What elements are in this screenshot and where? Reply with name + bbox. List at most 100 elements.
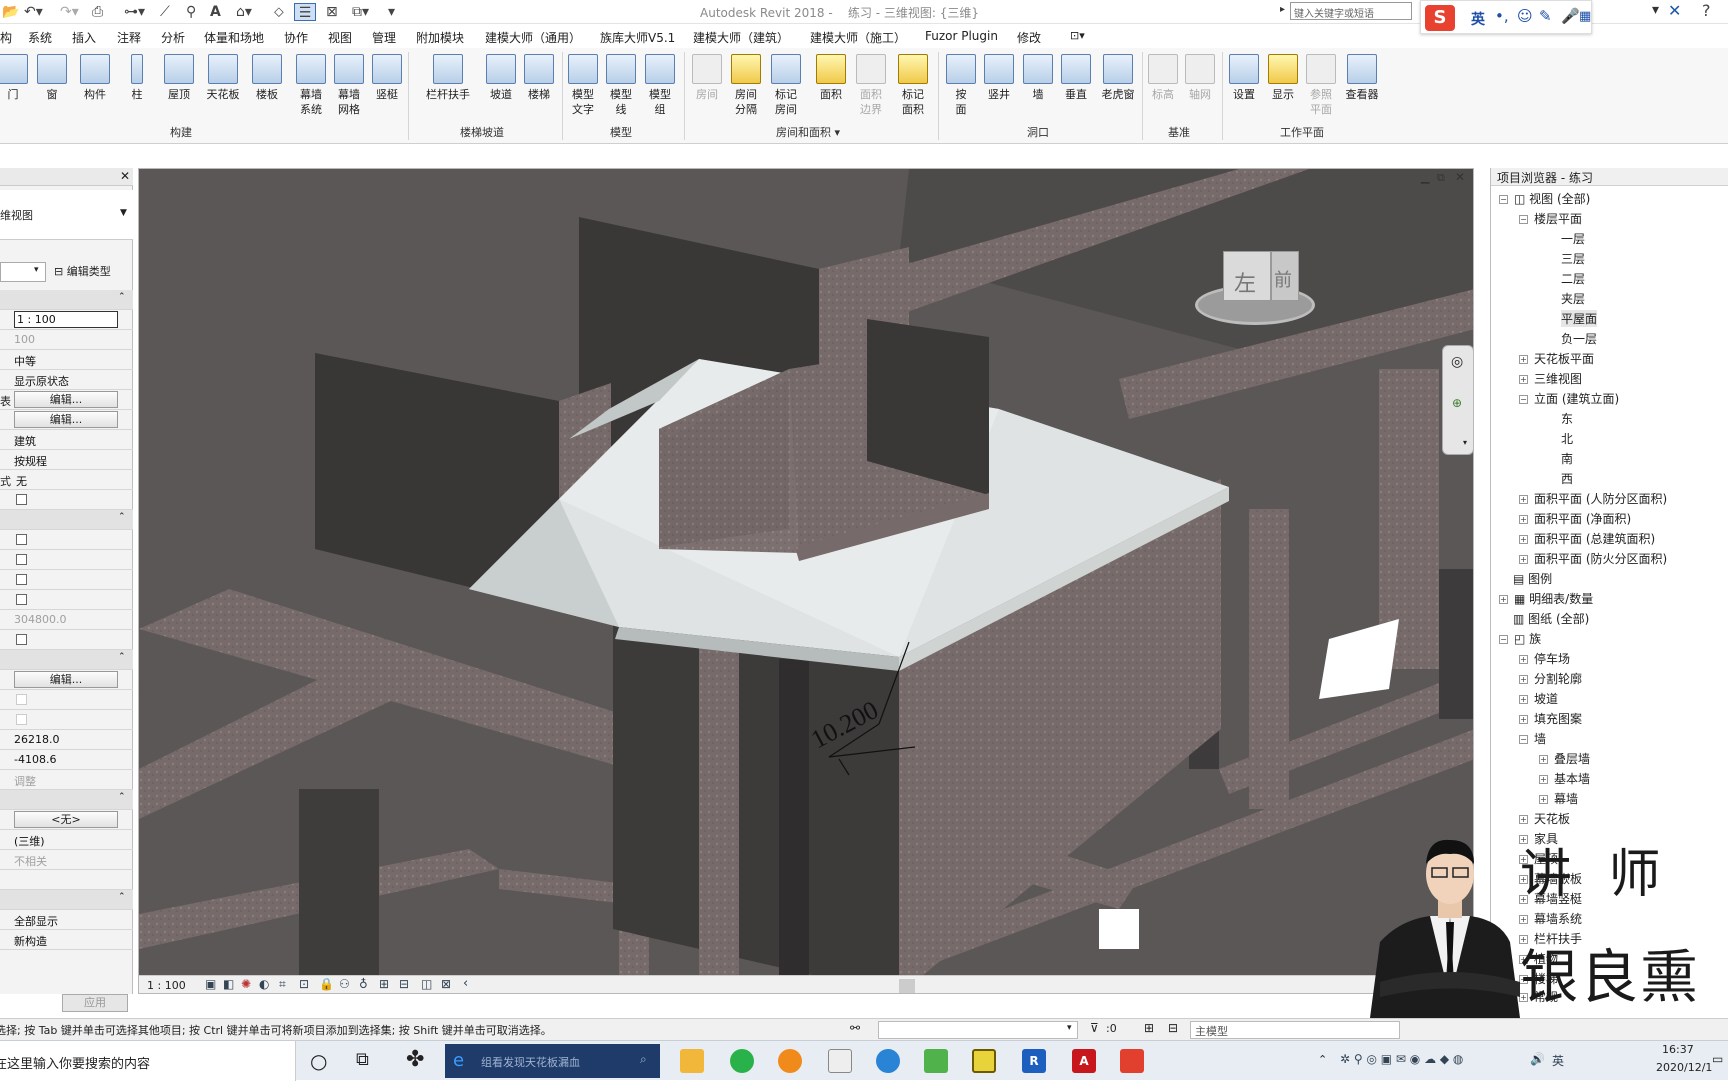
edit-button[interactable]: 编辑... — [14, 671, 118, 688]
tree-node[interactable]: − 墙 — [1519, 730, 1546, 747]
show-workplane-button[interactable]: 显示 — [1264, 54, 1302, 102]
prop-row[interactable]: 26218.0 — [0, 730, 133, 750]
clover-icon[interactable] — [924, 1049, 948, 1073]
tree-node[interactable]: + 楼梯 — [1519, 970, 1558, 987]
area-boundary-button[interactable]: 面积 边界 — [852, 54, 890, 117]
tree-node[interactable]: 北 — [1561, 430, 1573, 447]
show-crop-icon[interactable]: ⊡ — [299, 977, 309, 991]
type-selector[interactable]: 维视图 ▼ — [0, 190, 133, 240]
tree-node[interactable]: + 幕墙嵌板 — [1519, 870, 1582, 887]
punct-icon[interactable]: •, — [1495, 7, 1509, 25]
tab-annotate[interactable]: 注释 — [117, 29, 141, 46]
prop-row[interactable]: <无> — [0, 810, 133, 830]
area-button[interactable]: 面积 — [812, 54, 850, 102]
task-view-icon[interactable]: ⧉ — [356, 1049, 369, 1070]
tree-node[interactable]: + 三维视图 — [1519, 370, 1582, 387]
prop-row[interactable]: 式无 — [0, 470, 133, 490]
tab-view[interactable]: 视图 — [328, 29, 352, 46]
ceiling-button[interactable]: 天花板 — [204, 54, 242, 102]
vertical-scrollbar[interactable] — [1473, 569, 1474, 585]
edit-button[interactable]: 编辑... — [14, 391, 118, 408]
detail-level-icon[interactable]: ▣ — [205, 977, 216, 991]
checkbox[interactable] — [16, 574, 27, 585]
edge-icon[interactable] — [876, 1049, 900, 1073]
section-header[interactable]: ⌃ — [0, 790, 133, 810]
stair-button[interactable]: 楼梯 — [520, 54, 558, 102]
prop-row[interactable] — [0, 490, 133, 510]
tree-node[interactable]: + 天花板平面 — [1519, 350, 1594, 367]
room-button[interactable]: 房间 — [688, 54, 726, 102]
ime-tray-icon[interactable]: 英 — [1552, 1052, 1564, 1069]
open-icon[interactable]: 📂 — [2, 3, 19, 21]
emoji-icon[interactable]: ☺ — [1517, 7, 1533, 25]
clock-time[interactable]: 16:37 — [1662, 1043, 1694, 1056]
zoom-icon[interactable]: ⊕ — [1452, 396, 1462, 410]
constraints-icon[interactable]: ⊠ — [441, 977, 451, 991]
viewcube-front-face[interactable]: 前 — [1271, 251, 1299, 301]
prop-row[interactable]: 编辑... — [0, 410, 133, 430]
thin-lines-icon[interactable]: ☰ — [294, 3, 316, 21]
tree-node[interactable]: + 面积平面 (净面积) — [1519, 510, 1631, 527]
taskbar-search-input[interactable]: 在这里输入你要搜索的内容 — [0, 1041, 296, 1081]
editable-only-icon[interactable]: ⊟ — [1168, 1021, 1178, 1035]
tab-manage[interactable]: 管理 — [372, 29, 396, 46]
tab-family-library[interactable]: 族库大师V5.1 — [600, 29, 675, 46]
close-hidden-icon[interactable]: ⊠ — [326, 3, 338, 21]
edit-type-button[interactable]: ⊟ 编辑类型 — [54, 262, 130, 282]
tab-architecture[interactable]: 构 — [0, 29, 12, 46]
group-room-area-label[interactable]: 房间和面积 ▾ — [776, 124, 840, 140]
tree-node[interactable]: − ◰ 族 — [1499, 630, 1541, 647]
checkbox[interactable] — [16, 494, 27, 505]
viewer-button[interactable]: 查看器 — [1340, 54, 1384, 102]
text-icon[interactable]: A — [210, 3, 221, 21]
tree-node[interactable]: 东 — [1561, 410, 1573, 427]
search-app-icon[interactable] — [778, 1049, 802, 1073]
customize-qat-icon[interactable]: ▾ — [388, 3, 395, 21]
visual-style-icon[interactable]: ◧ — [223, 977, 234, 991]
undo-icon[interactable]: ↶▾ — [24, 3, 43, 21]
tree-node[interactable]: + 坡道 — [1519, 690, 1558, 707]
search-input[interactable]: 键入关键字或短语 — [1290, 2, 1412, 20]
tree-node[interactable]: + 面积平面 (总建筑面积) — [1519, 530, 1655, 547]
design-option-dropdown[interactable]: 主模型 — [1190, 1021, 1400, 1039]
tree-node[interactable]: + 幕墙系统 — [1519, 910, 1582, 927]
shaft-button[interactable]: 竖井 — [980, 54, 1018, 102]
tree-node[interactable]: − 立面 (建筑立面) — [1519, 390, 1619, 407]
viewcube-left-face[interactable]: 左 — [1223, 251, 1271, 301]
tag-icon[interactable]: ⚲ — [186, 3, 196, 21]
apply-button[interactable]: 应用 — [62, 994, 128, 1012]
switch-windows-icon[interactable]: ⧉▾ — [352, 3, 369, 21]
print-icon[interactable]: ⎙ — [92, 3, 103, 21]
ramp-button[interactable]: 坡道 — [482, 54, 520, 102]
tab-analyze[interactable]: 分析 — [161, 29, 185, 46]
set-workplane-button[interactable]: 设置 — [1225, 54, 1263, 102]
tree-node[interactable]: + 屋顶 — [1519, 850, 1558, 867]
prop-row[interactable]: 1 : 100 — [0, 310, 133, 330]
tag-area-button[interactable]: 标记 面积 — [894, 54, 932, 117]
section-icon[interactable]: ⬦ — [274, 3, 284, 21]
tag-room-button[interactable]: 标记 房间 — [767, 54, 805, 117]
tab-massing[interactable]: 体量和场地 — [204, 29, 264, 46]
tree-node[interactable]: + 叠层墙 — [1539, 750, 1590, 767]
tree-node[interactable]: 负一层 — [1561, 330, 1597, 347]
notifications-icon[interactable]: ▭ — [1712, 1052, 1723, 1066]
prop-row[interactable]: 建筑 — [0, 430, 133, 450]
tree-node[interactable]: − 楼层平面 — [1519, 210, 1582, 227]
minimize-view-icon[interactable]: ▁ — [1421, 171, 1429, 184]
exchange-apps-icon[interactable]: ✕ — [1668, 1, 1681, 20]
prop-row[interactable]: 新构造 — [0, 930, 133, 950]
tree-node[interactable]: 一层 — [1561, 230, 1585, 247]
tree-node[interactable]: 西 — [1561, 470, 1573, 487]
tree-node[interactable]: + 幕墙 — [1539, 790, 1578, 807]
model-group-button[interactable]: 模型组 — [641, 54, 679, 117]
tree-node[interactable]: + 面积平面 (防火分区面积) — [1519, 550, 1667, 567]
tab-modeling-master-general[interactable]: 建模大师（通用） — [485, 29, 581, 46]
grid-icon[interactable]: ▦ — [1579, 9, 1591, 24]
tab-addins[interactable]: 附加模块 — [416, 29, 464, 46]
minimize-icon[interactable]: ▾ — [1652, 2, 1659, 18]
tree-node[interactable]: + 栏杆扶手 — [1519, 930, 1582, 947]
tree-node[interactable]: + 分割轮廓 — [1519, 670, 1582, 687]
instance-filter-dropdown[interactable]: ▾ — [0, 262, 46, 282]
roof-button[interactable]: 屋顶 — [160, 54, 198, 102]
prop-row[interactable]: 表编辑... — [0, 390, 133, 410]
